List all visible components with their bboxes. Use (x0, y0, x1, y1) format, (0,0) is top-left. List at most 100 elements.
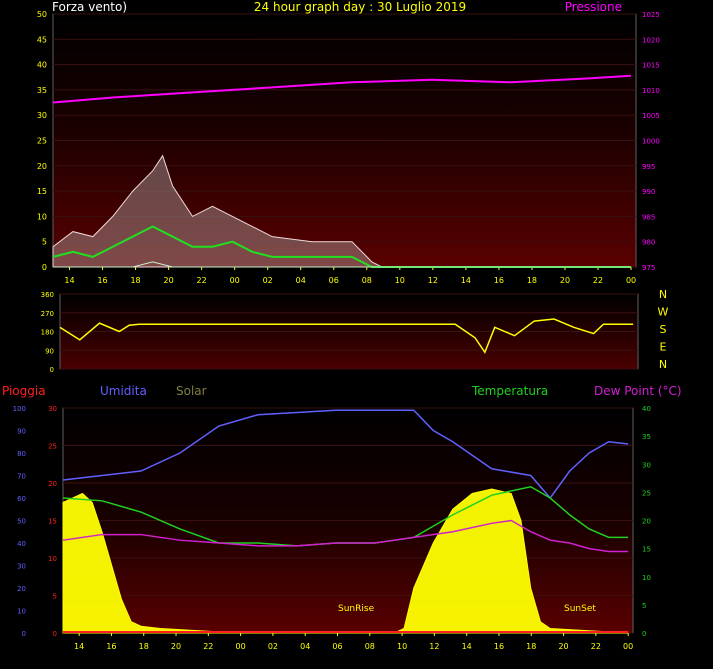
top-right-tick-label: 980 (642, 239, 655, 247)
top-x-tick-label: 22 (197, 276, 207, 285)
top-left-tick-label: 35 (37, 86, 47, 95)
middle-left-tick-label: 360 (41, 291, 54, 299)
top-x-tick-label: 10 (395, 276, 405, 285)
bottom-x-tick-label: 12 (429, 642, 439, 651)
rain-tick-label: 0 (53, 630, 57, 638)
middle-left-tick-label: 90 (45, 347, 54, 355)
bottom-x-tick-label: 06 (332, 642, 342, 651)
compass-label: N (659, 358, 667, 371)
bottom-x-tick-label: 18 (526, 642, 536, 651)
dewpoint-label: Dew Point (°C) (594, 384, 682, 398)
compass-label: N (659, 288, 667, 301)
rain-tick-label: 5 (53, 593, 57, 601)
top-x-tick-label: 16 (97, 276, 107, 285)
temperature-tick-label: 35 (642, 433, 651, 441)
temperature-tick-label: 40 (642, 405, 651, 413)
top-x-tick-label: 04 (296, 276, 306, 285)
top-x-tick-label: 14 (461, 276, 471, 285)
humidity-tick-label: 10 (17, 608, 26, 616)
top-left-tick-label: 50 (37, 10, 47, 19)
top-left-tick-label: 25 (37, 137, 47, 146)
bottom-x-tick-label: 22 (591, 642, 601, 651)
sunrise-annotation: SunRise (338, 604, 375, 614)
temperature-tick-label: 0 (642, 630, 646, 638)
sunset-annotation: SunSet (564, 604, 596, 614)
top-right-tick-label: 1000 (642, 138, 660, 146)
temperature-tick-label: 30 (642, 461, 651, 469)
bottom-x-tick-label: 14 (462, 642, 472, 651)
humidity-tick-label: 100 (13, 405, 26, 413)
bottom-x-tick-label: 16 (106, 642, 116, 651)
bottom-x-tick-label: 20 (558, 642, 568, 651)
temperature-label: Temperatura (471, 384, 548, 398)
bottom-x-tick-label: 00 (236, 642, 246, 651)
top-right-tick-label: 1020 (642, 36, 660, 44)
bottom-x-tick-label: 02 (268, 642, 278, 651)
middle-left-tick-label: 0 (50, 366, 54, 374)
top-left-tick-label: 5 (42, 238, 47, 247)
top-x-tick-label: 22 (593, 276, 603, 285)
top-right-tick-label: 985 (642, 213, 655, 221)
right-axis-title: Pressione (565, 0, 622, 14)
top-x-tick-label: 02 (263, 276, 273, 285)
compass-label: E (660, 341, 667, 354)
top-right-tick-label: 1010 (642, 87, 660, 95)
humidity-tick-label: 70 (17, 473, 26, 481)
top-left-tick-label: 45 (37, 35, 47, 44)
bottom-x-tick-label: 08 (365, 642, 375, 651)
top-right-tick-label: 990 (642, 188, 655, 196)
temperature-tick-label: 15 (642, 546, 651, 554)
top-right-tick-label: 1015 (642, 62, 660, 70)
temperature-tick-label: 25 (642, 489, 651, 497)
top-left-tick-label: 30 (37, 111, 47, 120)
rain-label: Pioggia (2, 384, 46, 398)
rain-tick-label: 10 (48, 555, 57, 563)
top-x-tick-label: 00 (230, 276, 240, 285)
bottom-x-tick-label: 16 (494, 642, 504, 651)
top-right-tick-label: 1025 (642, 11, 660, 19)
middle-left-tick-label: 270 (41, 310, 54, 318)
humidity-label: Umidita (100, 384, 147, 398)
humidity-tick-label: 80 (17, 450, 26, 458)
top-x-tick-label: 06 (329, 276, 339, 285)
temperature-tick-label: 20 (642, 518, 651, 526)
bottom-x-tick-label: 00 (623, 642, 633, 651)
top-x-tick-label: 14 (64, 276, 74, 285)
humidity-tick-label: 60 (17, 495, 26, 503)
top-left-tick-label: 15 (37, 187, 47, 196)
solar-label: Solar (176, 384, 207, 398)
top-right-tick-label: 995 (642, 163, 655, 171)
chart-title: 24 hour graph day : 30 Luglio 2019 (254, 0, 466, 14)
weather-graph: 0510152025303540455097598098599099510001… (2, 0, 682, 651)
bottom-x-tick-label: 22 (203, 642, 213, 651)
top-x-tick-label: 18 (527, 276, 537, 285)
humidity-tick-label: 90 (17, 428, 26, 436)
top-x-tick-label: 18 (130, 276, 140, 285)
bottom-x-tick-label: 04 (300, 642, 310, 651)
bottom-x-tick-label: 14 (74, 642, 84, 651)
top-x-tick-label: 12 (428, 276, 438, 285)
humidity-tick-label: 40 (17, 540, 26, 548)
bottom-x-tick-label: 20 (171, 642, 181, 651)
compass-label: S (660, 323, 667, 336)
humidity-tick-label: 0 (22, 630, 26, 638)
rain-tick-label: 25 (48, 443, 57, 451)
compass-label: W (658, 306, 669, 319)
rain-tick-label: 30 (48, 405, 57, 413)
top-x-tick-label: 20 (164, 276, 174, 285)
rain-tick-label: 20 (48, 480, 57, 488)
humidity-tick-label: 50 (17, 518, 26, 526)
top-x-tick-label: 00 (626, 276, 636, 285)
bottom-x-tick-label: 18 (139, 642, 149, 651)
top-right-tick-label: 1005 (642, 112, 660, 120)
bottom-x-tick-label: 10 (397, 642, 407, 651)
humidity-tick-label: 20 (17, 585, 26, 593)
top-x-tick-label: 20 (560, 276, 570, 285)
top-x-tick-label: 08 (362, 276, 372, 285)
top-left-tick-label: 0 (42, 263, 47, 272)
middle-left-tick-label: 180 (41, 329, 54, 337)
top-right-tick-label: 975 (642, 264, 655, 272)
temperature-tick-label: 5 (642, 602, 646, 610)
left-axis-title: Forza vento) (52, 0, 127, 14)
top-left-tick-label: 10 (37, 212, 47, 221)
